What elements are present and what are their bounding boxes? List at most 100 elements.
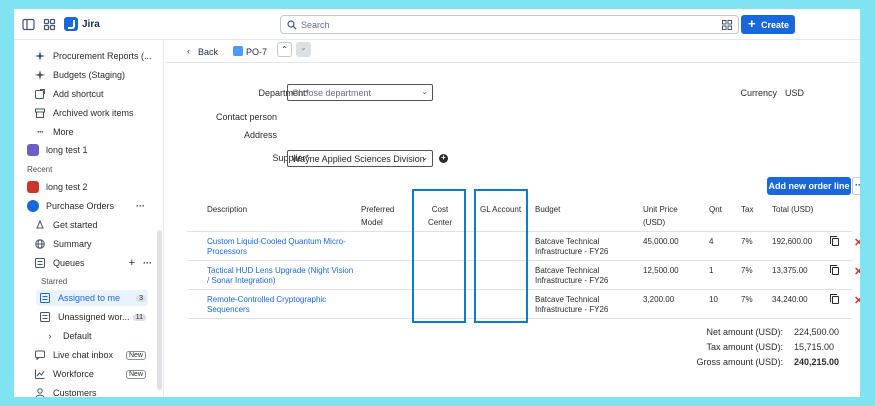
contact-person-label: Contact person xyxy=(215,112,277,122)
sidebar-item-long-test-1[interactable]: long test 1 xyxy=(27,142,88,158)
delete-icon[interactable]: ✕ xyxy=(854,265,860,278)
sidebar-item-unassigned[interactable]: Unassigned wor... 11 xyxy=(36,309,148,325)
sidebar-item-purchase-orders[interactable]: Purchase Orders ··· xyxy=(27,198,145,214)
header-line: Model xyxy=(361,218,383,227)
add-shortcut-icon xyxy=(34,88,46,100)
delete-icon[interactable]: ✕ xyxy=(854,236,860,249)
sidebar-item-label: Assigned to me xyxy=(58,293,121,303)
tax-amount-label: Tax amount (USD): xyxy=(706,342,783,352)
chevron-down-icon[interactable]: ⌄ xyxy=(296,42,311,57)
add-supplier-icon[interactable]: + xyxy=(439,154,448,163)
sidebar-item-archived[interactable]: Archived work items xyxy=(34,105,134,121)
chevron-down-icon: ⌄ xyxy=(421,87,428,96)
new-badge: New xyxy=(125,369,146,379)
sidebar-item-default[interactable]: › Default xyxy=(44,328,92,344)
sparkle-icon xyxy=(34,69,46,81)
delete-icon[interactable]: ✕ xyxy=(854,294,860,307)
column-header-total: Total (USD) xyxy=(772,205,814,214)
column-header-tax: Tax xyxy=(741,205,754,214)
new-badge: New xyxy=(125,350,146,360)
globe-icon xyxy=(34,238,46,250)
more-options-icon[interactable]: ··· xyxy=(143,258,152,268)
breadcrumb: ‹ Back PO-7 ⌃ ⌄ xyxy=(165,40,860,63)
add-queue-icon[interactable]: + xyxy=(129,257,135,269)
sidebar-item-procurement-reports[interactable]: Procurement Reports (... xyxy=(34,48,152,64)
app-name[interactable]: Jira xyxy=(82,19,100,30)
description-link[interactable]: Custom Liquid-Cooled Quantum Micro- Proce… xyxy=(207,237,346,257)
gross-amount-label: Gross amount (USD): xyxy=(696,357,783,367)
sidebar-item-add-shortcut[interactable]: Add shortcut xyxy=(34,86,104,102)
description-link[interactable]: Tactical HUD Lens Upgrade (Night Vision /… xyxy=(207,266,353,286)
sidebar-item-live-chat[interactable]: Live chat inbox New xyxy=(34,347,146,363)
sidebar-item-long-test-2[interactable]: long test 2 xyxy=(27,179,88,195)
department-select[interactable]: Choose department ⌄ xyxy=(287,84,433,101)
chart-line-icon xyxy=(34,368,46,380)
sidebar-item-assigned-to-me[interactable]: Assigned to me 3 xyxy=(36,290,148,306)
address-label: Address xyxy=(243,130,277,140)
header-line: Unit Price xyxy=(643,205,678,214)
add-order-line-button[interactable]: Add new order line xyxy=(767,177,851,195)
copy-icon[interactable] xyxy=(830,294,839,304)
tax-cell: 7% xyxy=(741,266,753,275)
sidebar-toggle-icon[interactable] xyxy=(22,18,35,31)
tax-amount-value: 15,715.00 xyxy=(794,342,835,352)
currency-label: Currency xyxy=(740,88,777,98)
sidebar-item-customers[interactable]: Customers xyxy=(34,385,97,397)
sidebar-item-more[interactable]: ··· More xyxy=(34,124,74,140)
search-box[interactable]: Search xyxy=(280,15,739,34)
desc-line: Remote-Controlled Cryptographic xyxy=(207,295,327,304)
sidebar-item-label: Purchase Orders xyxy=(46,201,115,211)
chevron-up-icon[interactable]: ⌃ xyxy=(277,42,292,57)
sidebar-item-label: Budgets (Staging) xyxy=(53,70,126,80)
currency-value: USD xyxy=(785,88,805,98)
section-heading-recent: Recent xyxy=(27,165,53,174)
qnt-cell: 4 xyxy=(709,237,714,246)
department-placeholder: Choose department xyxy=(292,88,372,98)
back-link[interactable]: Back xyxy=(198,47,218,57)
plus-icon: + xyxy=(748,16,756,31)
sidebar-item-label: Get started xyxy=(53,220,98,230)
sidebar-scrollbar[interactable] xyxy=(157,230,162,390)
person-icon xyxy=(34,387,46,397)
create-button[interactable]: + Create xyxy=(741,15,795,34)
qnt-cell: 1 xyxy=(709,266,714,275)
supplier-select[interactable]: Wayne Applied Sciences Division ⌄ xyxy=(287,150,433,167)
sidebar-item-label: Add shortcut xyxy=(53,89,104,99)
more-actions-button[interactable]: ··· xyxy=(852,177,860,195)
rocket-icon xyxy=(34,219,46,231)
column-header-budget: Budget xyxy=(535,205,561,214)
total-cell: 192,600.00 xyxy=(772,237,813,246)
sidebar-item-queues[interactable]: Queues + ··· xyxy=(34,255,152,271)
more-options-icon[interactable]: ··· xyxy=(136,201,145,211)
description-link[interactable]: Remote-Controlled Cryptographic Sequencer… xyxy=(207,295,326,315)
tax-cell: 7% xyxy=(741,237,753,246)
column-header-qnt: Qnt xyxy=(709,205,722,214)
qnt-cell: 10 xyxy=(709,295,718,304)
main-content: ‹ Back PO-7 ⌃ ⌄ Department* Choose depar… xyxy=(165,40,860,397)
queue-icon xyxy=(39,292,51,304)
budget-line: Batcave Technical xyxy=(535,237,600,246)
desc-line: Sequencers xyxy=(207,305,250,314)
issue-key[interactable]: PO-7 xyxy=(246,47,267,57)
sidebar-item-label: Archived work items xyxy=(53,108,134,118)
sidebar-item-summary[interactable]: Summary xyxy=(34,236,92,252)
queue-count: 11 xyxy=(132,313,146,321)
sidebar-item-budgets[interactable]: Budgets (Staging) xyxy=(34,67,125,83)
copy-icon[interactable] xyxy=(830,236,839,246)
section-heading-starred: Starred xyxy=(41,277,68,286)
sparkle-icon xyxy=(34,50,46,62)
sidebar: Procurement Reports (... Budgets (Stagin… xyxy=(14,40,164,397)
sidebar-item-workforce[interactable]: Workforce New xyxy=(34,366,146,382)
sidebar-item-label: long test 2 xyxy=(46,182,88,192)
copy-icon[interactable] xyxy=(830,265,839,275)
project-avatar-icon xyxy=(27,144,39,156)
jira-logo-icon[interactable] xyxy=(64,17,78,31)
queue-icon xyxy=(34,257,46,269)
checkbox-issue-icon xyxy=(233,46,243,56)
app-switcher-icon[interactable] xyxy=(43,18,56,31)
sidebar-item-get-started[interactable]: Get started xyxy=(34,217,98,233)
chevron-down-icon: ⌄ xyxy=(421,153,428,162)
cost-center-highlight xyxy=(412,189,466,323)
sidebar-item-label: long test 1 xyxy=(46,145,88,155)
filter-grid-icon[interactable] xyxy=(722,20,732,30)
